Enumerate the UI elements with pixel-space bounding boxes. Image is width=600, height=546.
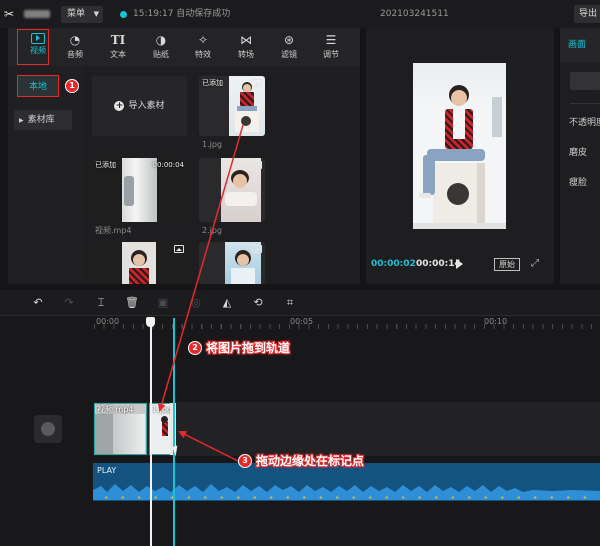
mirror-icon[interactable]: ◭	[220, 296, 234, 310]
annotation-highlight-box	[17, 29, 49, 65]
autosave-status-text: 15:19:17 自动保存成功	[133, 9, 231, 19]
category-tabs: 视频 ◔ 音频 TI 文本 ◑ 贴纸 ✧ 特效 ⋈ 转场 ⊛ 滤镜 ☰ 调节	[8, 28, 360, 66]
clip-label: 视频.mp4	[97, 405, 134, 414]
app-logo-icon: ✂	[4, 7, 15, 21]
tick-label: 00:05	[290, 317, 314, 326]
annotation-badge-2: 2	[188, 341, 202, 355]
export-button[interactable]: 导出	[574, 5, 600, 23]
filter-icon: ⊛	[283, 33, 295, 47]
tab-label: 贴纸	[153, 50, 169, 59]
effects-icon: ✧	[197, 33, 209, 47]
sidebar-item-local[interactable]: 本地	[17, 75, 59, 97]
annotation-badge-3: 3	[238, 454, 252, 468]
image-icon	[252, 79, 262, 87]
playhead-handle[interactable]	[146, 317, 155, 327]
smooth-skin-label: 磨皮	[569, 148, 588, 158]
audio-clip-label: PLAY	[97, 466, 117, 475]
plus-icon: +	[114, 101, 125, 111]
tab-label: 调节	[323, 50, 339, 59]
sidebar-item-label: 素材库	[27, 115, 55, 125]
sidebar-item-library[interactable]: ▶ 素材库	[14, 110, 72, 130]
preview-frame[interactable]	[413, 63, 506, 229]
media-card-partial[interactable]	[92, 242, 187, 284]
tick-label: 00:10	[484, 317, 508, 326]
slim-face-label: 瘦脸	[569, 178, 588, 188]
import-media-button[interactable]: + 导入素材	[92, 76, 187, 136]
tab-text[interactable]: TI 文本	[98, 28, 138, 66]
clip-label: 1.jpg	[152, 405, 173, 414]
tab-filter[interactable]: ⊛ 滤镜	[269, 28, 309, 66]
ruler-ticks	[94, 324, 600, 329]
delete-icon[interactable]: 🗑	[125, 296, 139, 310]
media-filename: 1.jpg	[202, 140, 223, 149]
tab-sticker[interactable]: ◑ 贴纸	[141, 28, 181, 66]
image-icon	[252, 161, 262, 169]
tab-label: 转场	[238, 50, 254, 59]
media-sidebar	[8, 66, 84, 284]
text-icon: TI	[110, 33, 126, 47]
annotation-step-3: 拖动边缘处在标记点	[256, 454, 365, 468]
split-icon[interactable]: ⌶	[94, 296, 108, 310]
tab-label: 特效	[195, 50, 211, 59]
adjust-icon: ☰	[325, 33, 337, 47]
redo-icon[interactable]: ↷	[62, 296, 76, 310]
media-filename: 2.jpg	[202, 226, 223, 235]
tab-label: 滤镜	[281, 50, 297, 59]
chevron-down-icon: ▼	[93, 10, 99, 18]
tab-effects[interactable]: ✧ 特效	[183, 28, 223, 66]
tab-canvas[interactable]: 画面	[560, 28, 600, 62]
opacity-label: 不透明度	[569, 118, 600, 128]
media-filename: 视频.mp4	[95, 226, 132, 235]
video-duration: 00:00:04	[152, 161, 184, 169]
tick-label: 00:00	[96, 317, 120, 326]
added-tag: 已添加	[95, 161, 116, 169]
media-card-video[interactable]: 已添加 00:00:04	[92, 158, 187, 222]
project-name: 20210324151​1	[380, 9, 449, 19]
undo-icon[interactable]: ↶	[31, 296, 45, 310]
autosave-status-icon	[120, 11, 127, 18]
image-icon	[174, 245, 184, 253]
fullscreen-icon[interactable]: ⤢	[531, 259, 541, 269]
reverse-icon[interactable]: ◎	[189, 296, 203, 310]
tab-transition[interactable]: ⋈ 转场	[226, 28, 266, 66]
annotation-badge-1: 1	[65, 79, 79, 93]
aspect-ratio-button[interactable]: 原始	[494, 258, 520, 271]
divider	[570, 103, 600, 104]
timeline-toolbar	[0, 290, 600, 316]
marker-line	[173, 318, 175, 546]
menu-label: 菜单	[67, 9, 86, 19]
media-card-1jpg[interactable]: 已添加	[199, 76, 265, 136]
tab-audio[interactable]: ◔ 音频	[55, 28, 95, 66]
main-track-icon[interactable]	[34, 415, 62, 443]
import-label: 导入素材	[128, 101, 165, 111]
added-tag: 已添加	[202, 79, 223, 87]
tab-label: 音频	[67, 50, 83, 59]
thumbnail	[122, 242, 156, 284]
properties-control[interactable]	[570, 72, 600, 90]
annotation-step-2: 将图片拖到轨道	[206, 341, 291, 355]
transition-icon: ⋈	[240, 33, 252, 47]
tab-label: 文本	[110, 50, 126, 59]
crop-icon[interactable]: ⌗	[283, 296, 297, 310]
expand-arrow-icon: ▶	[19, 117, 24, 124]
blurred-username	[24, 10, 50, 18]
audio-icon: ◔	[69, 33, 81, 47]
menu-button[interactable]: 菜单 ▼	[61, 6, 103, 23]
current-time: 00:00:02	[371, 259, 416, 269]
playhead[interactable]	[150, 324, 152, 546]
total-time: 00:00:14	[416, 259, 461, 269]
play-icon[interactable]	[456, 259, 463, 269]
media-card-2jpg[interactable]	[199, 158, 265, 222]
video-clip[interactable]: 视频.mp4	[94, 403, 147, 455]
freeze-icon[interactable]: ▣	[156, 296, 170, 310]
media-card-partial[interactable]	[199, 242, 265, 284]
image-icon	[252, 245, 262, 253]
rotate-icon[interactable]: ⟲	[251, 296, 265, 310]
sticker-icon: ◑	[155, 33, 167, 47]
tab-adjust[interactable]: ☰ 调节	[311, 28, 351, 66]
